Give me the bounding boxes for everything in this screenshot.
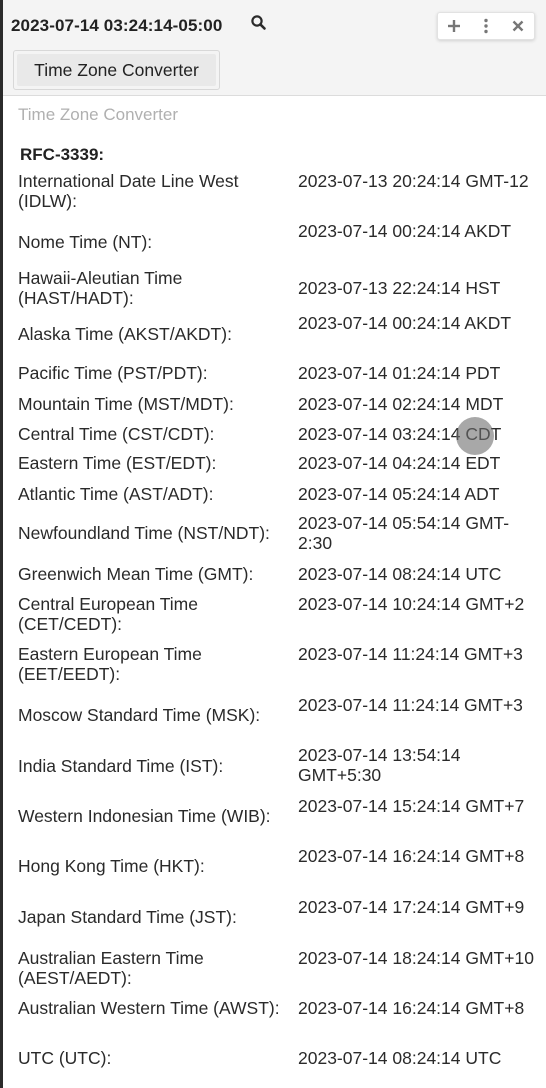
timezone-label: Central Time (CST/CDT):: [18, 424, 215, 444]
timezone-value: 2023-07-14 05:24:14 ADT: [298, 484, 500, 504]
window-controls: [437, 12, 535, 40]
timezone-label: International Date Line West (IDLW):: [18, 171, 239, 211]
timezone-value: 2023-07-14 10:24:14 GMT+2: [298, 594, 525, 614]
tab-time-zone-converter[interactable]: Time Zone Converter: [17, 54, 216, 86]
timezone-value: 2023-07-14 08:24:14 UTC: [298, 1048, 502, 1068]
timezone-label: Nome Time (NT):: [18, 232, 153, 252]
timezone-value: 2023-07-14 05:54:14 GMT-2:30: [298, 513, 510, 553]
header-bar: 2023-07-14 03:24:14-05:00 Time Zone Conv…: [3, 0, 546, 96]
timezone-value: 2023-07-14 13:54:14 GMT+5:30: [298, 745, 461, 785]
timezone-value: 2023-07-14 03:24:14 CDT: [298, 424, 502, 444]
timezone-label: Alaska Time (AKST/AKDT):: [18, 324, 232, 344]
close-icon: [512, 20, 524, 32]
timezone-value: 2023-07-14 02:24:14 MDT: [298, 394, 504, 414]
timezone-label: Hong Kong Time (HKT):: [18, 856, 205, 876]
timezone-value: 2023-07-14 16:24:14 GMT+8: [298, 846, 525, 866]
mouse-cursor-indicator: [456, 417, 494, 455]
timezone-label: Hawaii-Aleutian Time (HAST/HADT):: [18, 268, 183, 308]
search-icon[interactable]: [250, 14, 268, 32]
more-options-button[interactable]: [474, 14, 498, 38]
timezone-label: India Standard Time (IST):: [18, 756, 224, 776]
timezone-label: UTC (UTC):: [18, 1048, 112, 1068]
timezone-label: Pacific Time (PST/PDT):: [18, 363, 208, 383]
page-subtitle: Time Zone Converter: [18, 105, 178, 124]
window-left-edge: [0, 0, 3, 1088]
timezone-label: Central European Time (CET/CEDT):: [18, 594, 198, 634]
timezone-label: Eastern European Time (EET/EEDT):: [18, 644, 202, 684]
timezone-label: Newfoundland Time (NST/NDT):: [18, 523, 270, 543]
timezone-value: 2023-07-14 11:24:14 GMT+3: [298, 695, 523, 715]
timezone-value: 2023-07-14 00:24:14 AKDT: [298, 221, 512, 241]
timezone-value: 2023-07-14 04:24:14 EDT: [298, 453, 501, 473]
timezone-label: Eastern Time (EST/EDT):: [18, 453, 217, 473]
timezone-value: 2023-07-14 16:24:14 GMT+8: [298, 998, 525, 1018]
timezone-label: Australian Eastern Time (AEST/AEDT):: [18, 948, 204, 988]
timezone-label: Japan Standard Time (JST):: [18, 907, 237, 927]
more-vertical-icon: [484, 18, 488, 34]
timezone-value: 2023-07-13 22:24:14 HST: [298, 278, 501, 298]
timezone-value: 2023-07-14 08:24:14 UTC: [298, 564, 502, 584]
timezone-value: 2023-07-14 17:24:14 GMT+9: [298, 897, 525, 917]
timezone-label: Moscow Standard Time (MSK):: [18, 705, 261, 725]
timezone-label: Greenwich Mean Time (GMT):: [18, 564, 254, 584]
format-label: RFC-3339:: [20, 145, 105, 164]
timezone-value: 2023-07-14 15:24:14 GMT+7: [298, 796, 525, 816]
timezone-label: Western Indonesian Time (WIB):: [18, 806, 271, 826]
timezone-label: Mountain Time (MST/MDT):: [18, 394, 234, 414]
timezone-value: 2023-07-14 18:24:14 GMT+10: [298, 948, 534, 968]
close-button[interactable]: [506, 14, 530, 38]
plus-icon: [448, 20, 460, 32]
timezone-value: 2023-07-14 11:24:14 GMT+3: [298, 644, 523, 664]
current-time: 2023-07-14 03:24:14-05:00: [11, 16, 223, 35]
add-button[interactable]: [442, 14, 466, 38]
tab-bar: Time Zone Converter: [13, 50, 220, 90]
timezone-value: 2023-07-13 20:24:14 GMT-12: [298, 171, 529, 191]
timezone-value: 2023-07-14 00:24:14 AKDT: [298, 313, 512, 333]
timezone-label: Atlantic Time (AST/ADT):: [18, 484, 214, 504]
timezone-value: 2023-07-14 01:24:14 PDT: [298, 363, 501, 383]
timezone-label: Australian Western Time (AWST):: [18, 998, 280, 1018]
